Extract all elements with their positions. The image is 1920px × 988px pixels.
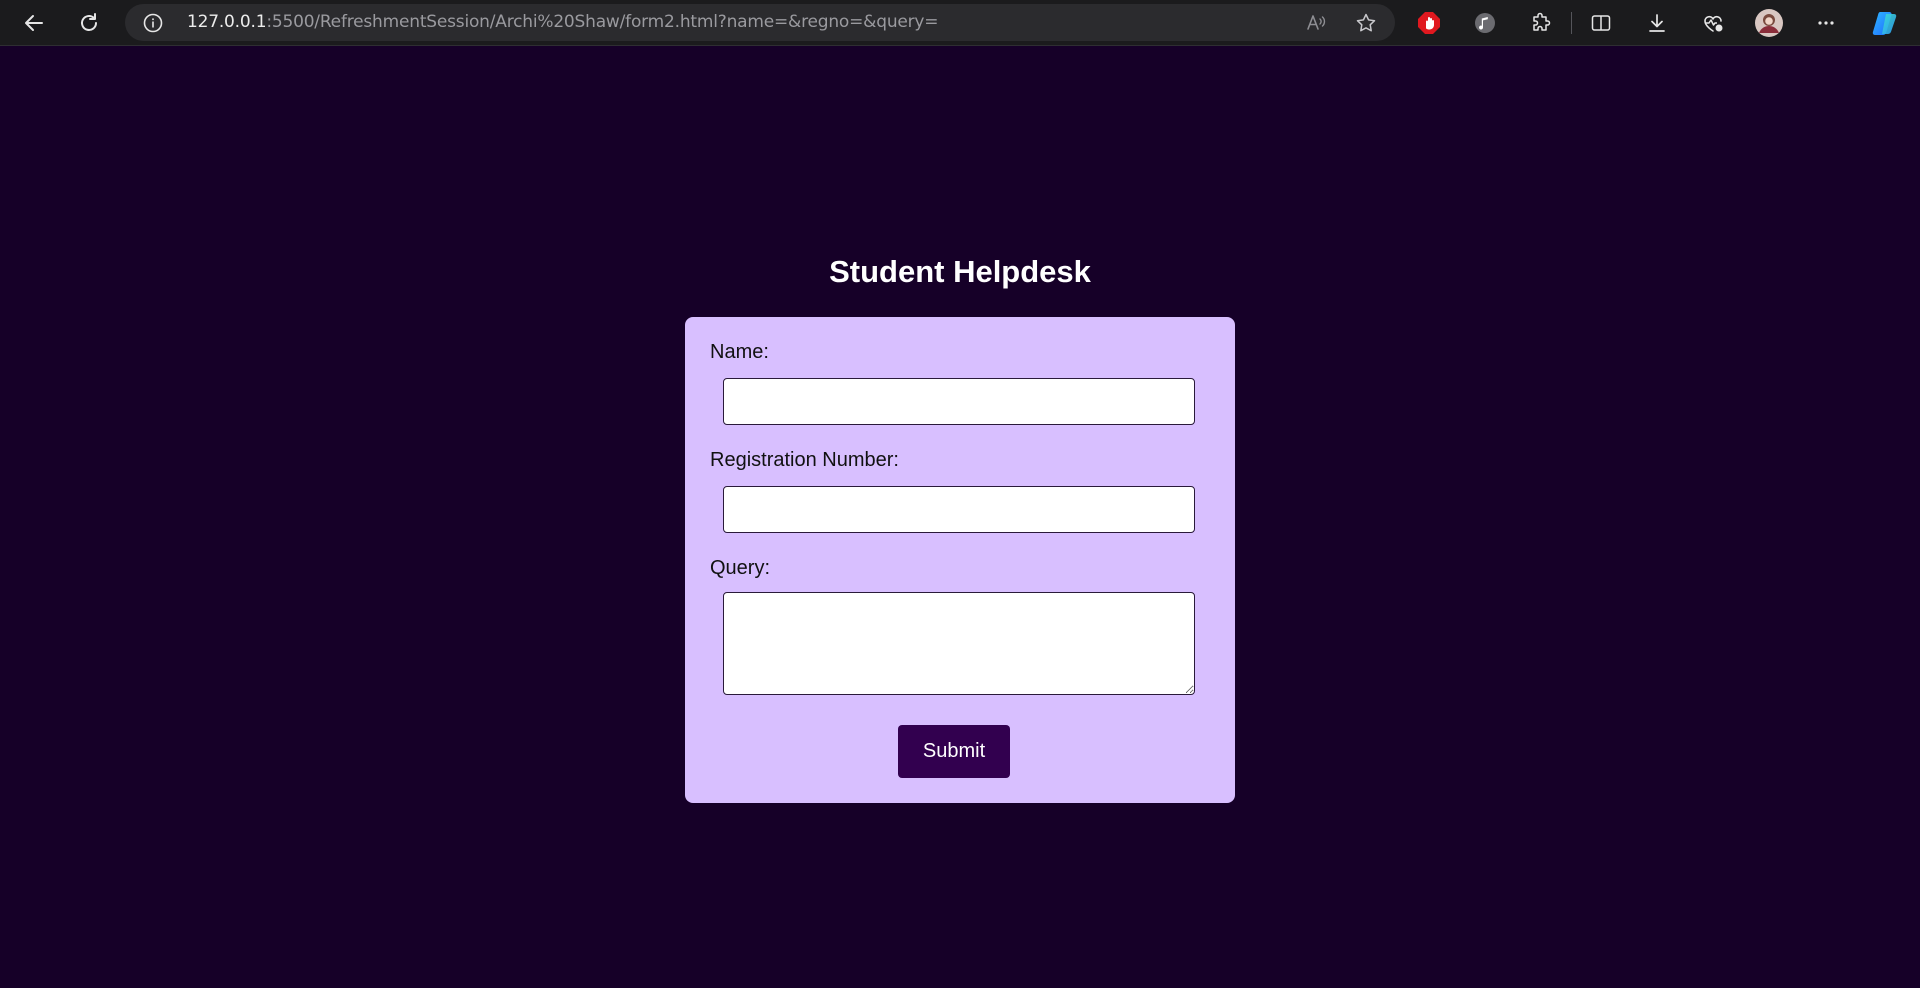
toolbar-divider <box>1571 12 1572 34</box>
page-title: Student Helpdesk <box>829 254 1091 289</box>
split-screen-icon[interactable] <box>1585 7 1617 39</box>
copilot-icon[interactable] <box>1869 7 1901 39</box>
name-input[interactable] <box>723 378 1195 425</box>
downloads-icon[interactable] <box>1641 7 1673 39</box>
browser-essentials-icon[interactable] <box>1697 7 1729 39</box>
site-info-icon[interactable] <box>143 13 163 33</box>
query-label: Query: <box>710 557 771 579</box>
browser-toolbar: 127.0.0.1:5500/RefreshmentSession/Archi%… <box>0 0 1920 46</box>
address-bar[interactable]: 127.0.0.1:5500/RefreshmentSession/Archi%… <box>125 4 1395 41</box>
favorite-star-icon[interactable] <box>1352 9 1380 37</box>
music-extension-icon[interactable] <box>1469 7 1501 39</box>
back-icon[interactable] <box>18 7 50 39</box>
regno-label: Registration Number: <box>710 449 899 471</box>
helpdesk-form: Name: Registration Number: Query: Submit <box>685 317 1235 803</box>
submit-button[interactable]: Submit <box>898 725 1010 778</box>
read-aloud-icon[interactable] <box>1302 9 1330 37</box>
refresh-icon[interactable] <box>73 7 105 39</box>
profile-avatar[interactable] <box>1753 7 1785 39</box>
registration-number-input[interactable] <box>723 486 1195 533</box>
url-path: :5500/RefreshmentSession/Archi%20Shaw/fo… <box>266 12 939 32</box>
query-textarea[interactable] <box>723 592 1195 695</box>
more-menu-icon[interactable] <box>1810 7 1842 39</box>
url-text[interactable]: 127.0.0.1:5500/RefreshmentSession/Archi%… <box>187 4 939 41</box>
name-label: Name: <box>710 341 769 363</box>
url-host: 127.0.0.1 <box>187 12 267 32</box>
extensions-icon[interactable] <box>1525 7 1557 39</box>
adblock-extension-icon[interactable] <box>1413 7 1445 39</box>
